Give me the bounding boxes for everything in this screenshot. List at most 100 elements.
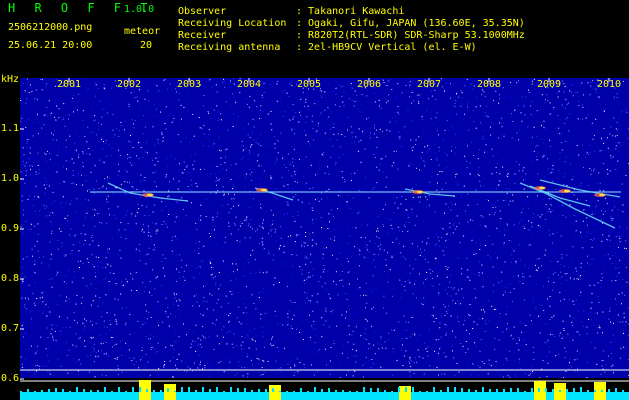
power-spike: [314, 387, 316, 392]
power-spike: [104, 387, 106, 392]
power-spike: [510, 388, 512, 392]
power-spike: [496, 389, 498, 392]
power-spike: [545, 388, 547, 392]
power-spike: [69, 391, 71, 392]
power-spike: [419, 391, 421, 392]
power-spike: [566, 389, 568, 392]
power-spike: [321, 389, 323, 392]
power-spike: [34, 391, 36, 392]
power-spike: [188, 387, 190, 392]
power-spike: [83, 389, 85, 392]
power-spike: [244, 388, 246, 392]
power-spike: [440, 390, 442, 392]
power-spike: [76, 387, 78, 392]
power-spike: [552, 389, 554, 392]
power-spike: [286, 391, 288, 392]
x-tick-label: 2010: [596, 79, 622, 90]
power-spike: [426, 391, 428, 392]
power-spike: [412, 387, 414, 392]
power-peak: [269, 385, 281, 400]
echo-hotspot: [599, 193, 605, 197]
power-spike: [293, 391, 295, 392]
power-spike: [146, 389, 148, 392]
power-spike: [517, 388, 519, 392]
x-tick-label: 2007: [416, 79, 442, 90]
power-spike: [601, 390, 603, 392]
power-spike: [251, 390, 253, 392]
power-spike: [216, 387, 218, 392]
power-spike: [349, 391, 351, 392]
power-spike: [153, 390, 155, 392]
echo-hotspot: [564, 189, 570, 193]
power-spike: [608, 389, 610, 392]
power-spike: [132, 387, 134, 392]
power-spike: [503, 389, 505, 392]
power-spike: [265, 389, 267, 392]
x-tick-label: 2008: [476, 79, 502, 90]
power-spike: [48, 389, 50, 392]
power-spike: [55, 388, 57, 392]
power-spike: [62, 389, 64, 392]
waterfall-spectrogram: [20, 78, 629, 400]
power-spike: [41, 390, 43, 392]
power-spike: [111, 391, 113, 392]
power-spike: [573, 388, 575, 392]
power-spike: [405, 387, 407, 392]
power-spike: [538, 388, 540, 392]
x-tick-label: 2006: [356, 79, 382, 90]
power-spike: [559, 390, 561, 392]
power-spike: [356, 391, 358, 392]
x-tick-label: 2005: [296, 79, 322, 90]
power-spike: [139, 387, 141, 392]
power-spike: [195, 390, 197, 392]
x-tick-label: 2002: [116, 79, 142, 90]
power-spike: [272, 388, 274, 392]
power-spike: [468, 389, 470, 392]
power-spike: [384, 390, 386, 392]
x-tick-label: 2001: [56, 79, 82, 90]
power-spike: [363, 387, 365, 392]
y-tick-label: 0.8: [1, 273, 20, 284]
power-spike: [482, 387, 484, 392]
power-spike: [433, 387, 435, 392]
x-tick-label: 2009: [536, 79, 562, 90]
echo-hotspot: [147, 193, 153, 197]
power-spike: [209, 389, 211, 392]
power-spike: [223, 391, 225, 392]
power-spike: [531, 388, 533, 392]
power-spike: [335, 390, 337, 392]
power-spike: [237, 388, 239, 392]
y-tick-label: 0.6: [1, 373, 20, 384]
power-spike: [587, 390, 589, 392]
power-spike: [377, 388, 379, 392]
y-tick-label: 1.1: [1, 123, 20, 134]
power-spike: [97, 390, 99, 392]
power-spike: [279, 391, 281, 392]
power-spike: [391, 391, 393, 392]
power-spike: [615, 388, 617, 392]
power-spike: [342, 390, 344, 392]
power-spike: [580, 387, 582, 392]
y-tick-label: 1.0: [1, 173, 20, 184]
power-spike: [125, 391, 127, 392]
power-spike: [27, 389, 29, 392]
power-spike: [160, 390, 162, 392]
power-spike: [594, 390, 596, 392]
echo-hotspot: [417, 190, 423, 194]
x-tick-label: 2003: [176, 79, 202, 90]
waterfall-background: [20, 78, 629, 378]
power-spike: [230, 387, 232, 392]
power-spike: [174, 391, 176, 392]
echo-hotspot: [261, 188, 267, 192]
x-tick-label: 2004: [236, 79, 262, 90]
hroft-screen: H R O F F T 1.0.0 2506212000.png 25.06.2…: [0, 0, 629, 400]
y-tick-label: 0.7: [1, 323, 20, 334]
power-spike: [489, 389, 491, 392]
power-spike: [524, 391, 526, 392]
power-spike: [328, 388, 330, 392]
power-spike: [202, 387, 204, 392]
power-spike: [461, 388, 463, 392]
power-spike: [398, 387, 400, 392]
power-spike: [118, 387, 120, 392]
power-spike: [90, 390, 92, 392]
